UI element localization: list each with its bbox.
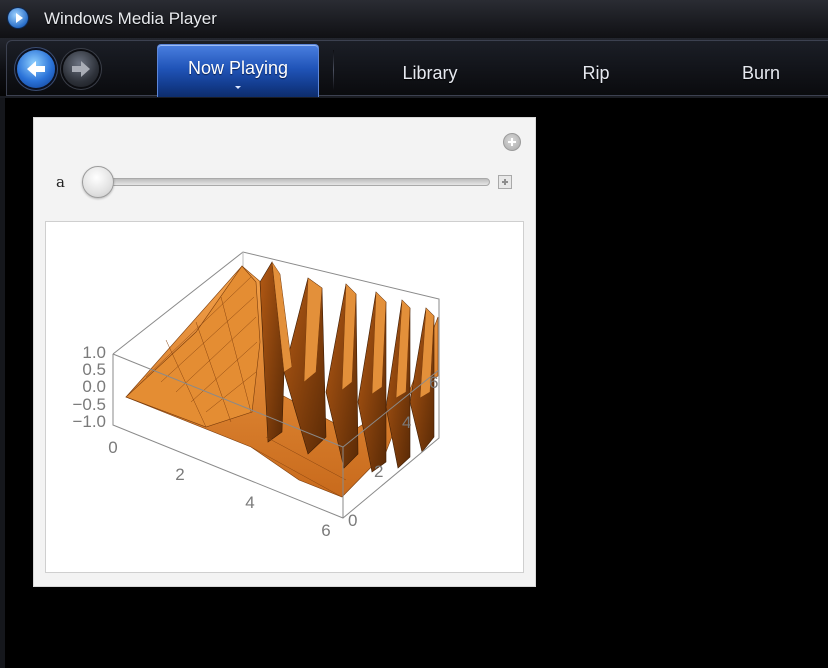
- x-tick-label: 0: [108, 438, 117, 457]
- x-tick-label: 2: [175, 465, 184, 484]
- surface-peak: [125, 265, 261, 428]
- y-tick-label: 0: [348, 511, 357, 530]
- slider-thumb[interactable]: [82, 166, 114, 198]
- navigation-bar: Library Rip Burn: [0, 38, 828, 98]
- z-tick-label: 0.0: [82, 377, 106, 396]
- tab-now-playing-label: Now Playing: [187, 58, 289, 78]
- forward-button[interactable]: [63, 51, 99, 87]
- z-tick-label: −1.0: [72, 412, 106, 431]
- y-tick-label: 2: [374, 462, 383, 481]
- forward-arrow-icon: [72, 61, 90, 77]
- window-title: Windows Media Player: [44, 9, 217, 28]
- step-plus-icon[interactable]: [498, 175, 512, 189]
- tab-now-playing[interactable]: Now Playing: [157, 44, 319, 97]
- chevron-down-icon[interactable]: [235, 86, 241, 89]
- tab-burn[interactable]: Burn: [722, 63, 800, 87]
- tab-rip[interactable]: Rip: [556, 63, 636, 87]
- slider-label: a: [56, 173, 65, 191]
- x-tick-label: 4: [245, 493, 254, 512]
- x-tick-label: 6: [321, 521, 330, 540]
- plot-frame: 1.0 0.5 0.0 −0.5 −1.0 0 2 4 6 0 2 4 6: [45, 221, 524, 573]
- surface-plot: 1.0 0.5 0.0 −0.5 −1.0 0 2 4 6 0 2 4 6: [72, 251, 440, 540]
- tab-library[interactable]: Library: [378, 63, 482, 87]
- add-icon[interactable]: [503, 133, 521, 151]
- y-tick-label: 4: [402, 413, 411, 432]
- back-button[interactable]: [17, 50, 55, 88]
- media-player-icon[interactable]: [8, 8, 28, 28]
- back-arrow-icon: [27, 61, 45, 77]
- window-edge: [0, 98, 5, 668]
- slider-track[interactable]: [82, 178, 490, 186]
- y-tick-label: 6: [429, 373, 438, 392]
- z-axis: 1.0 0.5 0.0 −0.5 −1.0: [72, 343, 106, 431]
- title-bar: Windows Media Player: [0, 0, 828, 39]
- tab-separator: [333, 50, 334, 90]
- manipulate-panel: a 1.0 0.5 0.0 −0.5 −1.0 0 2 4 6 0 2 4 6: [33, 117, 536, 587]
